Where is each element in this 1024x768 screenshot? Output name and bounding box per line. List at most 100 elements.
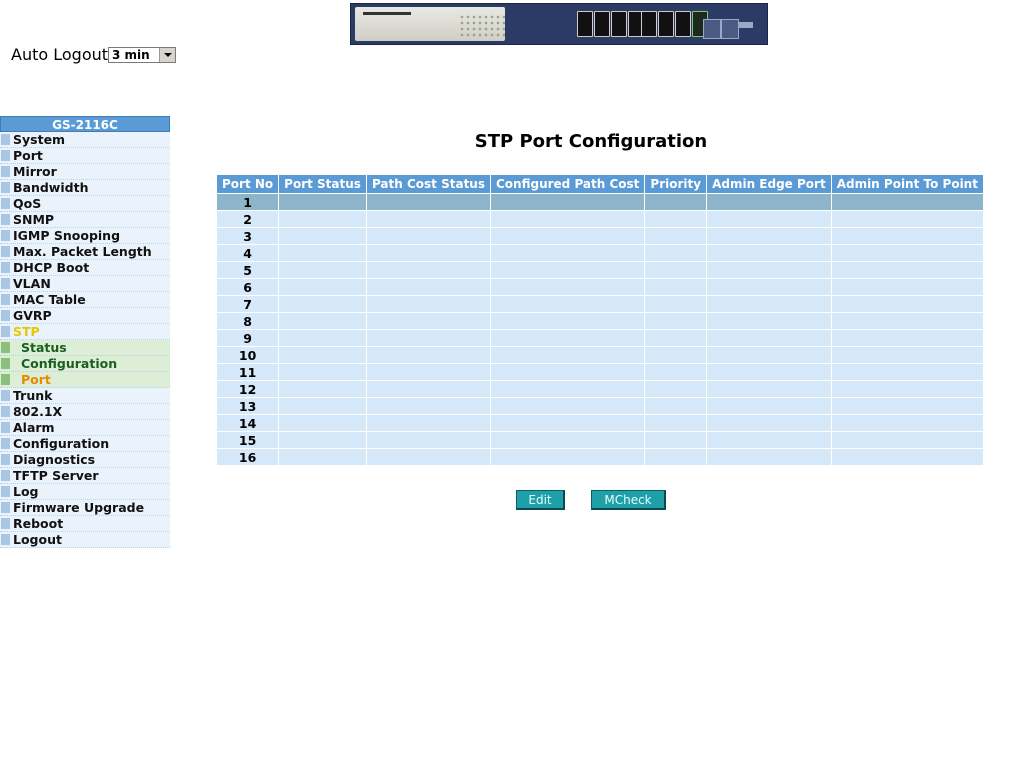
sidebar-item-mirror[interactable]: Mirror xyxy=(0,164,170,180)
sidebar-subitem-configuration[interactable]: Configuration xyxy=(0,356,170,372)
table-row[interactable]: 13 xyxy=(215,397,984,415)
sidebar-item-gvrp[interactable]: GVRP xyxy=(0,308,170,324)
sidebar-item-802-1x[interactable]: 802.1X xyxy=(0,404,170,420)
table-row[interactable]: 2 xyxy=(215,210,984,228)
table-cell xyxy=(830,295,984,313)
table-cell xyxy=(706,193,832,211)
sidebar-item-max-packet-length[interactable]: Max. Packet Length xyxy=(0,244,170,260)
sidebar-item-igmp-snooping[interactable]: IGMP Snooping xyxy=(0,228,170,244)
column-header-port-no: Port No xyxy=(215,174,280,194)
sidebar-item-mac-table[interactable]: MAC Table xyxy=(0,292,170,308)
table-cell xyxy=(489,210,646,228)
menu-bullet-icon xyxy=(1,374,10,385)
sidebar-item-tftp-server[interactable]: TFTP Server xyxy=(0,468,170,484)
sidebar-item-snmp[interactable]: SNMP xyxy=(0,212,170,228)
mcheck-button[interactable]: MCheck xyxy=(591,490,666,510)
menu-bullet-icon xyxy=(1,470,10,481)
table-cell xyxy=(644,227,708,245)
menu-bullet-icon xyxy=(1,326,10,337)
device-port-group-2 xyxy=(641,11,708,39)
table-cell xyxy=(489,278,646,296)
sidebar-title: GS-2116C xyxy=(0,116,170,132)
table-row[interactable]: 4 xyxy=(215,244,984,262)
sidebar-item-alarm[interactable]: Alarm xyxy=(0,420,170,436)
sidebar-item-diagnostics[interactable]: Diagnostics xyxy=(0,452,170,468)
table-cell xyxy=(706,363,832,381)
table-row[interactable]: 14 xyxy=(215,414,984,432)
table-cell xyxy=(365,346,492,364)
sidebar-item-logout[interactable]: Logout xyxy=(0,532,170,548)
sidebar-item-system[interactable]: System xyxy=(0,132,170,148)
table-cell xyxy=(644,380,708,398)
port-number-cell: 14 xyxy=(215,414,280,432)
auto-logout-select[interactable]: 3 min xyxy=(108,46,177,63)
table-row[interactable]: 9 xyxy=(215,329,984,347)
menu-bullet-icon xyxy=(1,422,10,433)
sidebar-item-label: 802.1X xyxy=(13,404,63,419)
table-cell xyxy=(278,448,367,466)
sidebar-item-qos[interactable]: QoS xyxy=(0,196,170,212)
table-cell xyxy=(365,448,492,466)
table-row[interactable]: 10 xyxy=(215,346,984,364)
sidebar-item-label: Logout xyxy=(13,532,62,547)
table-cell xyxy=(365,397,492,415)
table-cell xyxy=(830,414,984,432)
table-cell xyxy=(706,227,832,245)
table-cell xyxy=(278,295,367,313)
port-number-cell: 3 xyxy=(215,227,280,245)
sidebar-item-port[interactable]: Port xyxy=(0,148,170,164)
edit-button[interactable]: Edit xyxy=(516,490,565,510)
table-cell xyxy=(706,312,832,330)
table-cell xyxy=(365,431,492,449)
table-cell xyxy=(365,193,492,211)
dropdown-button[interactable] xyxy=(159,47,176,62)
sidebar-item-trunk[interactable]: Trunk xyxy=(0,388,170,404)
table-row[interactable]: 11 xyxy=(215,363,984,381)
device-brand-label xyxy=(363,12,411,15)
table-cell xyxy=(644,397,708,415)
table-cell xyxy=(278,227,367,245)
port-number-cell: 4 xyxy=(215,244,280,262)
sidebar-item-label: MAC Table xyxy=(13,292,86,307)
sidebar-item-reboot[interactable]: Reboot xyxy=(0,516,170,532)
sidebar-item-dhcp-boot[interactable]: DHCP Boot xyxy=(0,260,170,276)
sidebar-subitem-port[interactable]: Port xyxy=(0,372,170,388)
menu-bullet-icon xyxy=(1,502,10,513)
table-cell xyxy=(489,397,646,415)
sidebar-item-bandwidth[interactable]: Bandwidth xyxy=(0,180,170,196)
table-row[interactable]: 3 xyxy=(215,227,984,245)
device-port-icon xyxy=(611,11,627,37)
table-cell xyxy=(706,278,832,296)
table-cell xyxy=(706,346,832,364)
table-cell xyxy=(706,431,832,449)
table-row[interactable]: 6 xyxy=(215,278,984,296)
sidebar-subitem-status[interactable]: Status xyxy=(0,340,170,356)
table-row[interactable]: 5 xyxy=(215,261,984,279)
table-row[interactable]: 12 xyxy=(215,380,984,398)
table-row[interactable]: 15 xyxy=(215,431,984,449)
table-cell xyxy=(365,380,492,398)
table-cell xyxy=(830,193,984,211)
menu-bullet-icon xyxy=(1,198,10,209)
table-cell xyxy=(278,363,367,381)
menu-bullet-icon xyxy=(1,406,10,417)
sidebar-item-stp[interactable]: STP xyxy=(0,324,170,340)
table-cell xyxy=(644,329,708,347)
column-header-priority: Priority xyxy=(644,174,708,194)
sidebar-item-label: GVRP xyxy=(13,308,52,323)
menu-bullet-icon xyxy=(1,214,10,225)
table-row[interactable]: 8 xyxy=(215,312,984,330)
sidebar-item-vlan[interactable]: VLAN xyxy=(0,276,170,292)
table-cell xyxy=(706,261,832,279)
column-header-admin-edge-port: Admin Edge Port xyxy=(706,174,832,194)
table-row[interactable]: 16 xyxy=(215,448,984,466)
table-row[interactable]: 7 xyxy=(215,295,984,313)
table-body: 1 2 3 4 5 6 7 8 9 10 11 12 13 14 15 16 xyxy=(215,193,984,466)
sidebar-item-configuration[interactable]: Configuration xyxy=(0,436,170,452)
sidebar-item-firmware-upgrade[interactable]: Firmware Upgrade xyxy=(0,500,170,516)
table-row[interactable]: 1 xyxy=(215,193,984,211)
port-number-cell: 10 xyxy=(215,346,280,364)
sidebar-item-label: STP xyxy=(13,324,40,339)
sidebar-item-log[interactable]: Log xyxy=(0,484,170,500)
table-cell xyxy=(830,278,984,296)
